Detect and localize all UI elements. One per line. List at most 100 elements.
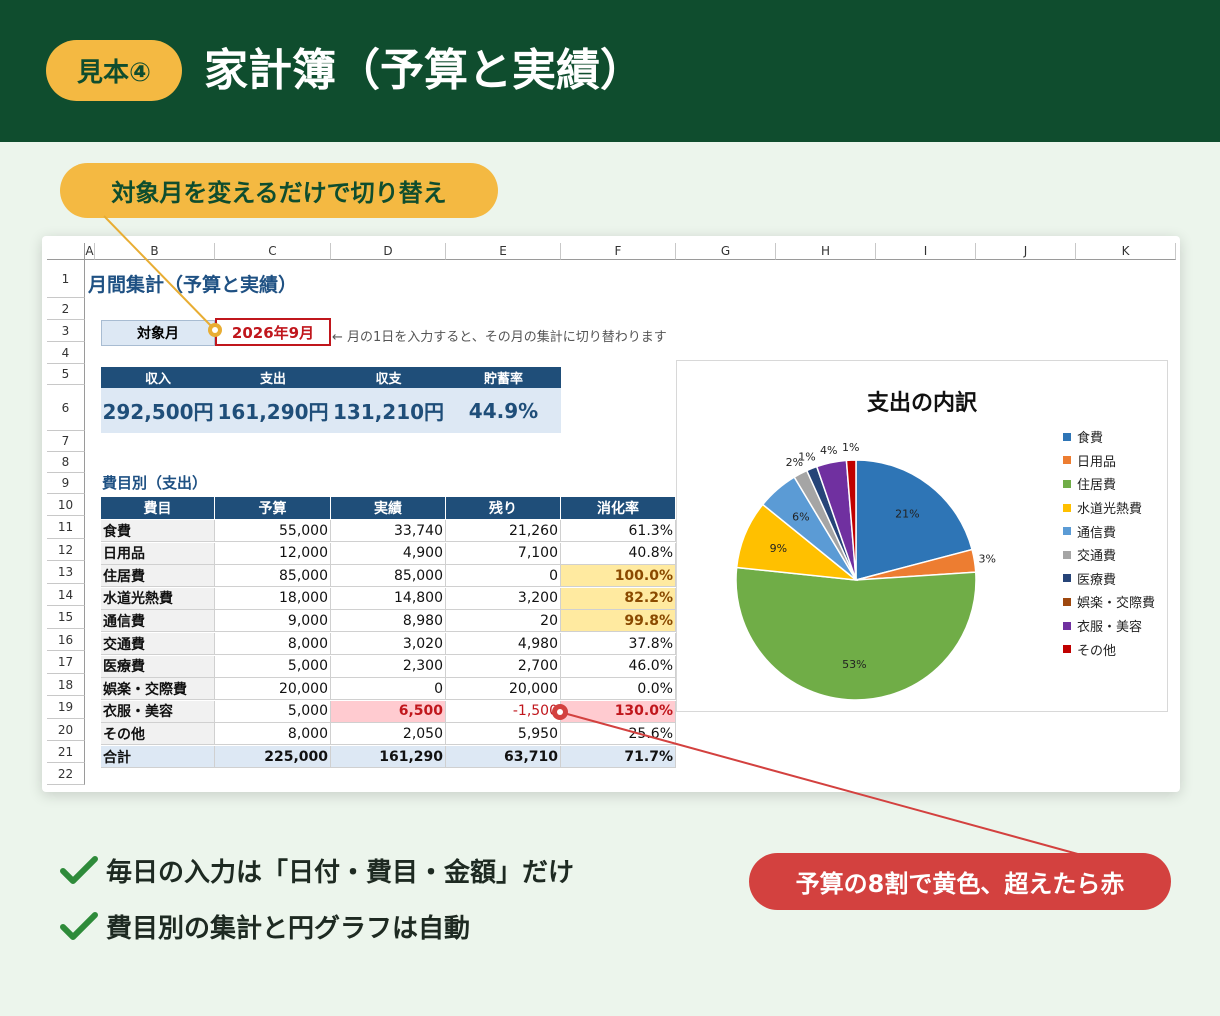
table-cell[interactable]: 20,000: [446, 678, 561, 701]
row-header-9[interactable]: 9: [47, 473, 85, 494]
table-cell[interactable]: 4,980: [446, 633, 561, 655]
spreadsheet: ABCDEFGHIJK 1 2 3 4 5 6 7 8 9 10 11 12 13 14 15 16 17 18 1…: [42, 236, 1180, 792]
table-cell[interactable]: 6,500: [331, 700, 446, 723]
table-cell[interactable]: -1,500: [446, 700, 561, 723]
column-header-i[interactable]: I: [876, 243, 976, 260]
table-cell[interactable]: 99.8%: [561, 610, 676, 633]
table-cell[interactable]: 12,000: [215, 542, 331, 565]
table-cell[interactable]: 交通費: [101, 633, 215, 655]
table-cell[interactable]: 20,000: [215, 678, 331, 701]
total-row-cell[interactable]: 63,710: [446, 746, 561, 768]
summary-header-savings-rate: 貯蓄率: [446, 367, 561, 388]
column-header-h[interactable]: H: [776, 243, 876, 260]
table-cell[interactable]: 0: [331, 678, 446, 701]
table-cell[interactable]: 85,000: [331, 565, 446, 588]
table-cell[interactable]: 日用品: [101, 542, 215, 565]
table-cell[interactable]: 2,050: [331, 723, 446, 746]
row-header-10[interactable]: 10: [47, 494, 85, 516]
table-cell[interactable]: 7,100: [446, 542, 561, 565]
table-cell[interactable]: 2,300: [331, 655, 446, 678]
row-header-1[interactable]: 1: [47, 260, 85, 298]
column-header-j[interactable]: J: [976, 243, 1076, 260]
row-header-11[interactable]: 11: [47, 516, 85, 539]
row-header-2[interactable]: 2: [47, 298, 85, 320]
legend-swatch: [1063, 550, 1071, 559]
total-row-cell[interactable]: 71.7%: [561, 746, 676, 768]
table-cell[interactable]: 医療費: [101, 655, 215, 678]
table-cell[interactable]: 0: [446, 565, 561, 588]
row-header-14[interactable]: 14: [47, 584, 85, 606]
table-cell[interactable]: 9,000: [215, 610, 331, 633]
summary-balance-value: 131,210円: [331, 388, 446, 433]
table-cell[interactable]: 2,700: [446, 655, 561, 678]
row-header-19[interactable]: 19: [47, 696, 85, 719]
row-header-22[interactable]: 22: [47, 763, 85, 785]
month-input-cell[interactable]: 2026年9月: [215, 318, 331, 346]
row-header-21[interactable]: 21: [47, 741, 85, 763]
table-cell[interactable]: 衣服・美容: [101, 700, 215, 723]
row-header-17[interactable]: 17: [47, 651, 85, 674]
select-all-corner[interactable]: [47, 243, 85, 260]
column-header-d[interactable]: D: [331, 243, 446, 260]
pie-slice[interactable]: [735, 566, 977, 701]
row-header-15[interactable]: 15: [47, 606, 85, 629]
column-header-k[interactable]: K: [1076, 243, 1176, 260]
table-cell[interactable]: 25.6%: [561, 723, 676, 746]
table-cell[interactable]: 食費: [101, 520, 215, 542]
table-cell[interactable]: 21,260: [446, 520, 561, 542]
row-header-20[interactable]: 20: [47, 719, 85, 741]
pie-chart[interactable]: 支出の内訳 21% 3% 53% 9% 6% 2% 1% 4% 1% 食費 日用品 住居費 水道光熱費…: [676, 360, 1168, 712]
table-cell[interactable]: 3,020: [331, 633, 446, 655]
table-cell[interactable]: 82.2%: [561, 587, 676, 610]
row-header-13[interactable]: 13: [47, 561, 85, 584]
column-header-e[interactable]: E: [446, 243, 561, 260]
table-cell[interactable]: 5,000: [215, 700, 331, 723]
row-header-5[interactable]: 5: [47, 364, 85, 385]
row-header-3[interactable]: 3: [47, 320, 85, 342]
row-header-6[interactable]: 6: [47, 385, 85, 431]
table-cell[interactable]: 37.8%: [561, 633, 676, 655]
legend-item: 交通費: [1063, 543, 1155, 567]
table-cell[interactable]: 8,000: [215, 723, 331, 746]
table-cell[interactable]: 85,000: [215, 565, 331, 588]
feature-item: 費目別の集計と円グラフは自動: [60, 898, 574, 954]
table-header-budget: 予算: [215, 497, 331, 519]
row-header-7[interactable]: 7: [47, 431, 85, 452]
table-cell[interactable]: 100.0%: [561, 565, 676, 588]
table-cell[interactable]: 水道光熱費: [101, 587, 215, 610]
row-header-4[interactable]: 4: [47, 342, 85, 364]
table-cell[interactable]: 4,900: [331, 542, 446, 565]
table-cell[interactable]: 61.3%: [561, 520, 676, 542]
total-row-cell[interactable]: 161,290: [331, 746, 446, 768]
row-header-16[interactable]: 16: [47, 629, 85, 651]
table-cell[interactable]: 18,000: [215, 587, 331, 610]
row-header-8[interactable]: 8: [47, 452, 85, 473]
table-cell[interactable]: 40.8%: [561, 542, 676, 565]
table-cell[interactable]: 通信費: [101, 610, 215, 633]
column-header-f[interactable]: F: [561, 243, 676, 260]
column-header-b[interactable]: B: [95, 243, 215, 260]
row-header-18[interactable]: 18: [47, 674, 85, 696]
total-row-cell[interactable]: 合計: [101, 746, 215, 768]
table-cell[interactable]: 5,950: [446, 723, 561, 746]
table-cell[interactable]: 8,000: [215, 633, 331, 655]
table-cell[interactable]: 33,740: [331, 520, 446, 542]
column-header-c[interactable]: C: [215, 243, 331, 260]
table-cell[interactable]: 20: [446, 610, 561, 633]
table-cell[interactable]: 3,200: [446, 587, 561, 610]
table-cell[interactable]: 55,000: [215, 520, 331, 542]
legend-swatch: [1063, 527, 1071, 536]
table-cell[interactable]: 5,000: [215, 655, 331, 678]
table-cell[interactable]: 130.0%: [561, 700, 676, 723]
total-row-cell[interactable]: 225,000: [215, 746, 331, 768]
row-header-12[interactable]: 12: [47, 539, 85, 561]
table-cell[interactable]: その他: [101, 723, 215, 746]
table-cell[interactable]: 0.0%: [561, 678, 676, 701]
table-cell[interactable]: 住居費: [101, 565, 215, 588]
table-cell[interactable]: 8,980: [331, 610, 446, 633]
column-header-a[interactable]: A: [85, 243, 95, 260]
table-cell[interactable]: 14,800: [331, 587, 446, 610]
table-cell[interactable]: 娯楽・交際費: [101, 678, 215, 701]
table-cell[interactable]: 46.0%: [561, 655, 676, 678]
column-header-g[interactable]: G: [676, 243, 776, 260]
